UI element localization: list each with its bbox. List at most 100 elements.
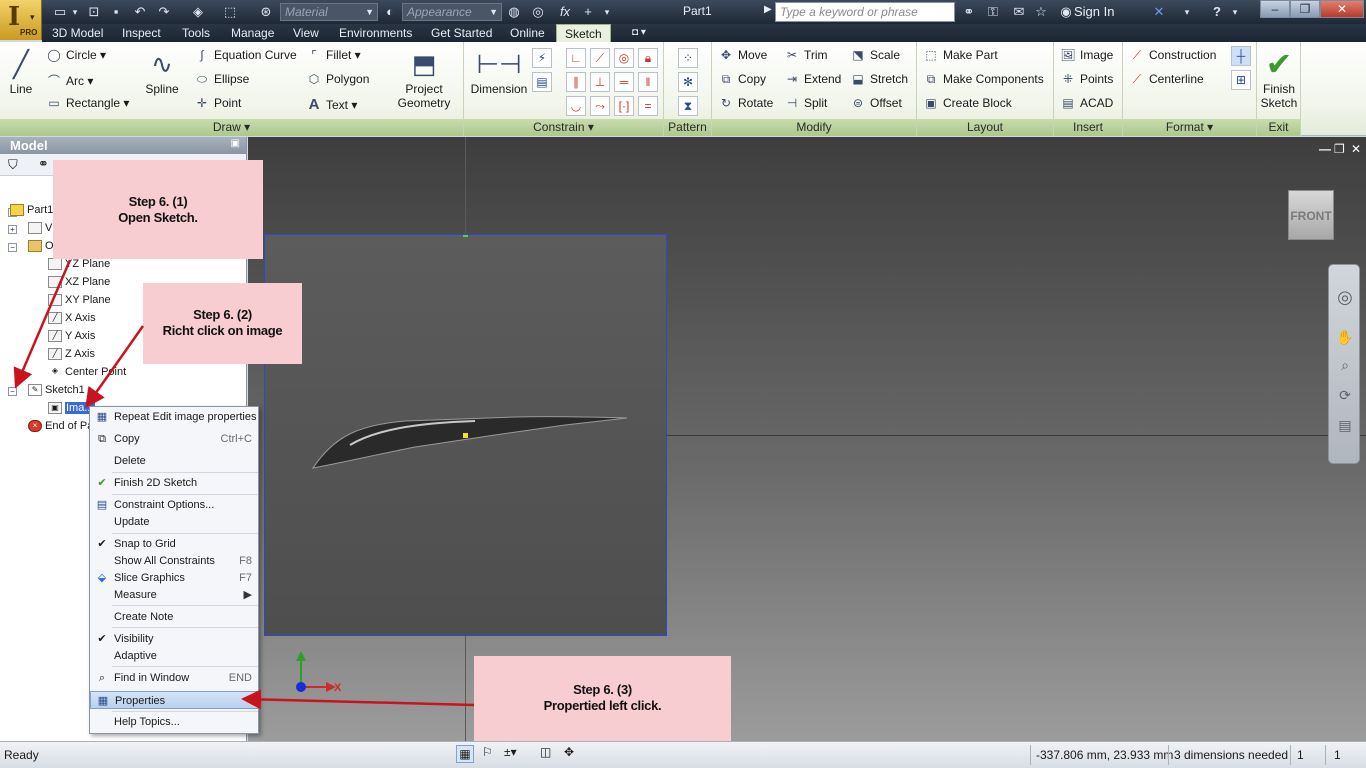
- help-search-input[interactable]: Type a keyword or phrase: [775, 2, 955, 22]
- update-icon[interactable]: ⊛: [258, 3, 274, 21]
- image-center-grip[interactable]: [463, 433, 468, 438]
- viewport-restore-icon[interactable]: ❐: [1334, 142, 1345, 156]
- dimension-button[interactable]: ⊢⊣ Dimension: [468, 46, 530, 96]
- tab-online[interactable]: Online: [508, 24, 547, 42]
- menu-item-find-in-window[interactable]: ⌕ Find in Window END: [90, 669, 258, 687]
- menu-item-properties[interactable]: ▦ Properties: [90, 691, 258, 709]
- collinear-icon[interactable]: ⟋: [590, 48, 610, 68]
- rotate-button[interactable]: ↻ Rotate: [718, 96, 773, 110]
- pan-icon[interactable]: ✋: [1335, 327, 1355, 347]
- expand-view-icon[interactable]: +: [8, 225, 17, 234]
- auto-dimension-icon[interactable]: ⚡: [532, 48, 552, 68]
- new-file-icon[interactable]: ▭: [52, 3, 68, 21]
- menu-item-snap-to-grid[interactable]: ✔ Snap to Grid: [90, 535, 258, 553]
- graphics-viewport[interactable]: X — ❐ ✕ FRONT ◎ ✋ ⌕ ⟳ ▤: [248, 137, 1366, 741]
- menu-item-show-all-constraints[interactable]: Show All Constraints F8: [90, 552, 258, 570]
- fx-parameters-button[interactable]: fx: [556, 3, 574, 21]
- smooth-icon[interactable]: ⤳: [590, 96, 610, 116]
- offset-button[interactable]: ⊜ Offset: [850, 96, 902, 110]
- orbit-icon[interactable]: ⟳: [1335, 385, 1355, 405]
- perpendicular-icon[interactable]: ⊥: [590, 72, 610, 92]
- tab-manage[interactable]: Manage: [229, 24, 276, 42]
- rectangular-pattern-icon[interactable]: ⁘: [678, 48, 698, 68]
- trim-button[interactable]: ✂ Trim: [784, 48, 828, 62]
- menu-item-measure[interactable]: Measure ▶: [90, 586, 258, 604]
- menu-item-help-topics[interactable]: Help Topics...: [90, 713, 258, 731]
- point-button[interactable]: ✛ Point: [194, 96, 241, 110]
- help-dropdown-icon[interactable]: ▾: [1230, 3, 1240, 21]
- redo-icon[interactable]: ↷: [156, 3, 172, 21]
- sign-in-link[interactable]: Sign In: [1074, 4, 1114, 19]
- acad-button[interactable]: ▤ ACAD: [1060, 96, 1113, 110]
- constrain-panel-label[interactable]: Constrain ▾: [464, 119, 663, 136]
- tree-origin[interactable]: O: [28, 240, 54, 253]
- material-dropdown[interactable]: Material ▼: [280, 3, 378, 21]
- circle-button[interactable]: ◯ Circle ▾: [46, 48, 106, 62]
- tab-sketch[interactable]: Sketch: [556, 24, 611, 42]
- tree-xy-plane[interactable]: XY Plane: [48, 294, 111, 307]
- undo-icon[interactable]: ↶: [132, 3, 148, 21]
- viewcube[interactable]: FRONT: [1288, 190, 1334, 240]
- zoom-icon[interactable]: ⌕: [1335, 355, 1355, 375]
- circular-pattern-icon[interactable]: ✻: [678, 72, 698, 92]
- copy-button[interactable]: ⧉ Copy: [718, 72, 766, 87]
- tree-view[interactable]: V: [28, 222, 52, 235]
- add-icon[interactable]: +: [580, 3, 596, 21]
- close-button[interactable]: ✕: [1320, 0, 1364, 18]
- tree-center-point[interactable]: ◈ Center Point: [48, 366, 126, 378]
- project-geometry-button[interactable]: ⬒ Project Geometry: [392, 46, 456, 110]
- favorites-icon[interactable]: ☆: [1032, 3, 1050, 21]
- coincident-icon[interactable]: ∟: [566, 48, 586, 68]
- menu-item-copy[interactable]: ⧉ Copy Ctrl+C: [90, 430, 258, 448]
- draw-panel-label[interactable]: Draw ▾: [0, 119, 463, 136]
- menu-item-visibility[interactable]: ✔ Visibility: [90, 630, 258, 648]
- make-components-button[interactable]: ⧉ Make Components: [923, 72, 1044, 87]
- tree-image[interactable]: ▣ Ima...: [48, 402, 95, 415]
- stretch-button[interactable]: ⬓ Stretch: [850, 72, 908, 86]
- menu-item-update[interactable]: Update: [90, 513, 258, 531]
- move-button[interactable]: ✥ Move: [718, 48, 767, 62]
- find-icon[interactable]: ⚭: [38, 156, 49, 172]
- binoculars-icon[interactable]: ⚭: [960, 3, 978, 21]
- restore-button[interactable]: ❐: [1290, 0, 1320, 18]
- grid-snap-icon[interactable]: ▦: [456, 745, 474, 763]
- points-button[interactable]: ⁜ Points: [1060, 72, 1113, 86]
- application-menu-button[interactable]: I ▾ PRO: [0, 0, 42, 40]
- tree-xz-plane[interactable]: XZ Plane: [48, 276, 110, 289]
- tree-x-axis[interactable]: ╱ X Axis: [48, 312, 96, 325]
- tab-view[interactable]: View: [291, 24, 321, 42]
- rectangle-button[interactable]: ▭ Rectangle ▾: [46, 96, 129, 110]
- fillet-button[interactable]: ⌜ Fillet ▾: [306, 48, 361, 62]
- show-constraints-status-icon[interactable]: ⚐: [482, 745, 493, 759]
- constraint-inference-icon[interactable]: ±▾: [504, 745, 517, 759]
- equation-curve-button[interactable]: ∫ Equation Curve: [194, 48, 296, 62]
- exchange-dropdown-icon[interactable]: ▾: [1182, 3, 1192, 21]
- format-panel-label[interactable]: Format ▾: [1123, 119, 1256, 136]
- line-button[interactable]: ╱ Line: [4, 46, 38, 96]
- communication-icon[interactable]: ✉: [1010, 3, 1028, 21]
- search-expand-icon[interactable]: ▶: [764, 4, 772, 15]
- tab-inspect[interactable]: Inspect: [120, 24, 163, 42]
- tab-environments[interactable]: Environments: [337, 24, 414, 42]
- menu-item-repeat-edit[interactable]: ▦ Repeat Edit image properties: [90, 408, 258, 426]
- extend-button[interactable]: ⇥ Extend: [784, 72, 841, 86]
- collapse-origin-icon[interactable]: −: [8, 243, 17, 252]
- tree-yz-plane[interactable]: YZ Plane: [48, 258, 110, 271]
- menu-item-create-note[interactable]: Create Note: [90, 608, 258, 626]
- image-button[interactable]: 🖼︎ Image: [1060, 48, 1113, 62]
- subscription-icon[interactable]: ⚿: [984, 3, 1002, 21]
- exchange-icon[interactable]: ✕: [1150, 3, 1168, 21]
- vertical-icon[interactable]: ‖: [638, 72, 658, 92]
- steering-wheel-icon[interactable]: ◎: [1335, 287, 1355, 307]
- fix-icon[interactable]: 🔒︎: [638, 48, 658, 68]
- finish-sketch-button[interactable]: ✔ Finish Sketch: [1257, 46, 1301, 110]
- make-part-button[interactable]: ⬚ Make Part: [923, 48, 997, 62]
- create-block-button[interactable]: ▣ Create Block: [923, 96, 1011, 110]
- appearance-icon[interactable]: ◐: [382, 3, 398, 21]
- split-button[interactable]: ⊣ Split: [784, 96, 828, 110]
- text-button[interactable]: A Text ▾: [306, 96, 358, 113]
- browser-pin-icon[interactable]: ▣: [231, 138, 240, 149]
- show-constraints-icon[interactable]: ▤: [532, 72, 552, 92]
- scale-button[interactable]: ⬔ Scale: [850, 48, 900, 62]
- appearance-dropdown[interactable]: Appearance ▼: [402, 3, 502, 21]
